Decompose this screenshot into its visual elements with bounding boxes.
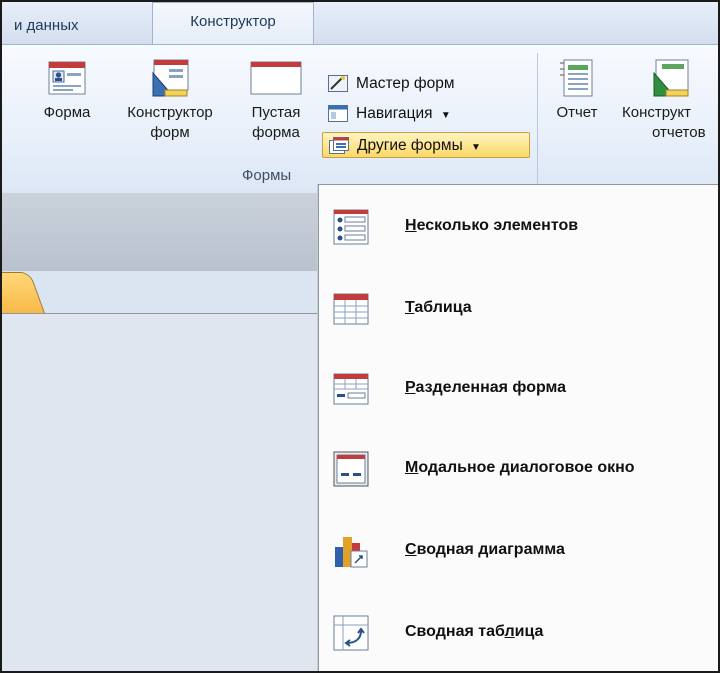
multiple-items-icon bbox=[333, 209, 369, 245]
navigation-button[interactable]: Навигация ▼ bbox=[322, 101, 457, 127]
menu-item-label: Модальное диалоговое окно bbox=[405, 459, 635, 476]
report-designer-icon bbox=[652, 59, 690, 97]
report-button[interactable]: Отчет bbox=[542, 59, 612, 123]
form-designer-label-1: Конструктор bbox=[127, 104, 213, 121]
split-form-icon bbox=[333, 371, 369, 407]
table-icon bbox=[333, 291, 369, 327]
navigation-pane bbox=[2, 314, 318, 671]
menu-item-pivot-table[interactable]: Сводная таблица bbox=[319, 605, 718, 665]
form-wizard-label: Мастер форм bbox=[356, 75, 455, 92]
group-separator bbox=[537, 53, 538, 187]
report-designer-label-1: Конструкт bbox=[622, 104, 692, 121]
chevron-down-icon: ▼ bbox=[440, 110, 451, 121]
blank-form-icon bbox=[248, 59, 304, 97]
report-designer-label-2: отчетов bbox=[652, 124, 706, 141]
wand-icon bbox=[328, 75, 348, 92]
pivot-table-icon bbox=[333, 615, 369, 651]
pivot-chart-icon bbox=[333, 533, 369, 569]
menu-item-label: Разделенная форма bbox=[405, 379, 567, 396]
menu-item-label: Таблица bbox=[405, 299, 472, 316]
form-icon bbox=[48, 59, 86, 97]
menu-item-multiple-items[interactable]: Несколько элементов bbox=[319, 199, 718, 259]
form-wizard-button[interactable]: Мастер форм bbox=[322, 71, 461, 97]
report-designer-button[interactable]: Конструкт отчетов bbox=[622, 59, 718, 143]
menu-item-datasheet[interactable]: Таблица bbox=[319, 281, 718, 341]
chevron-down-icon: ▼ bbox=[471, 142, 481, 153]
navigation-icon bbox=[328, 105, 348, 122]
menu-item-label: Сводная таблица bbox=[405, 623, 544, 640]
report-icon bbox=[558, 59, 596, 97]
document-tab[interactable] bbox=[2, 272, 47, 316]
blank-form-label-1: Пустая bbox=[251, 104, 301, 121]
blank-form-button[interactable]: Пустая форма bbox=[238, 59, 314, 143]
form-designer-label-2: форм bbox=[150, 124, 190, 141]
report-label: Отчет bbox=[556, 104, 598, 121]
more-forms-label: Другие формы bbox=[357, 137, 463, 154]
menu-item-split-form[interactable]: Разделенная форма bbox=[319, 361, 718, 421]
ribbon-tab-row: и данных Конструктор bbox=[2, 2, 718, 44]
menu-item-modal-dialog[interactable]: Модальное диалоговое окно bbox=[319, 441, 718, 501]
forms-group-label: Формы bbox=[242, 167, 292, 184]
tab-design[interactable]: Конструктор bbox=[152, 2, 314, 44]
tab-external-data[interactable]: и данных bbox=[14, 10, 79, 42]
modal-dialog-icon bbox=[333, 451, 369, 487]
app-window: и данных Конструктор Форма Конструктор ф… bbox=[0, 0, 720, 673]
form-designer-button[interactable]: Конструктор форм bbox=[110, 59, 230, 143]
navigation-label: Навигация bbox=[356, 105, 433, 122]
form-button-label: Форма bbox=[43, 104, 91, 121]
more-forms-dropdown: Несколько элементов Таблица Разделенная … bbox=[318, 184, 718, 671]
menu-item-pivot-chart[interactable]: Сводная диаграмма bbox=[319, 523, 718, 583]
form-button[interactable]: Форма bbox=[32, 59, 102, 123]
menu-item-label: Сводная диаграмма bbox=[405, 541, 565, 558]
form-designer-icon bbox=[151, 59, 189, 97]
more-forms-button[interactable]: Другие формы ▼ bbox=[322, 132, 530, 158]
blank-form-label-2: форма bbox=[252, 124, 300, 141]
ribbon: Форма Конструктор форм Пустая форма Маст… bbox=[2, 44, 718, 194]
more-forms-icon bbox=[329, 137, 349, 154]
menu-item-label: Несколько элементов bbox=[405, 217, 579, 234]
document-tab-strip bbox=[2, 193, 318, 271]
